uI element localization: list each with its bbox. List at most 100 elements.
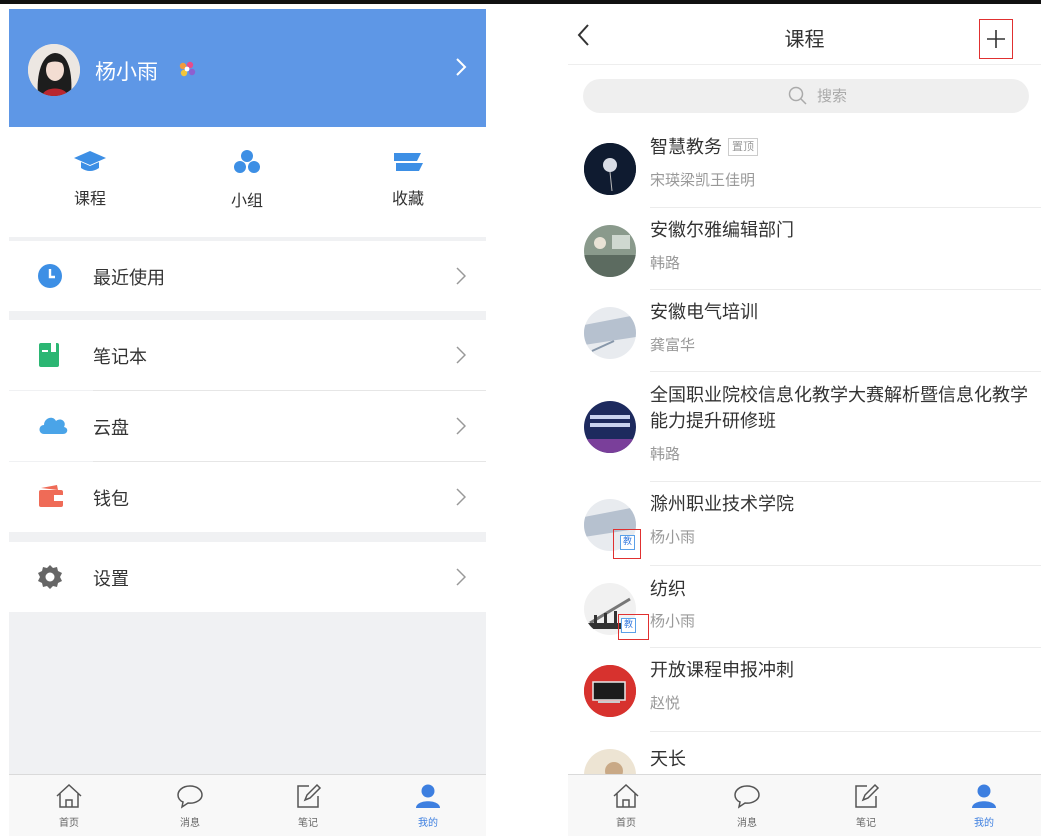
- tab-label: 我的: [974, 818, 994, 829]
- tab-label: 笔记: [298, 818, 318, 829]
- nav-bar: 课程: [568, 9, 1041, 65]
- course-item[interactable]: 安徽尔雅编辑部门 韩路: [568, 209, 1041, 291]
- tile-label: 收藏: [391, 189, 424, 208]
- notebook-icon: [37, 342, 61, 372]
- course-item[interactable]: 教 滁州职业技术学院 杨小雨: [568, 483, 1041, 565]
- tab-home[interactable]: 首页: [39, 783, 99, 829]
- username: 杨小雨: [95, 60, 158, 84]
- avatar: [28, 44, 80, 96]
- chevron-right-icon: [456, 346, 467, 368]
- user-icon: [413, 784, 443, 813]
- clock-icon: [37, 263, 63, 293]
- quick-tiles: 课程 小组 收藏: [9, 127, 486, 237]
- tab-messages[interactable]: 消息: [160, 783, 220, 829]
- menu-item-notebook[interactable]: 笔记本: [9, 320, 486, 390]
- note-edit-icon: [851, 783, 881, 813]
- tab-label: 消息: [737, 818, 757, 829]
- course-teacher: 杨小雨: [650, 612, 696, 630]
- plus-icon: [987, 30, 1005, 48]
- home-icon: [611, 783, 641, 813]
- search-placeholder: 搜索: [817, 87, 848, 105]
- course-item[interactable]: 全国职业院校信息化教学大赛解析暨信息化教学能力提升研修班 韩路: [568, 373, 1041, 481]
- chevron-right-icon: [456, 417, 467, 439]
- course-teacher: 龚富华: [650, 336, 696, 354]
- tab-mine[interactable]: 我的: [398, 783, 458, 829]
- tab-label: 首页: [616, 818, 636, 829]
- menu-label: 云盘: [93, 418, 129, 439]
- divider: [650, 289, 1041, 290]
- top-border: [0, 0, 1041, 4]
- course-item[interactable]: 开放课程申报冲刺 赵悦: [568, 649, 1041, 731]
- chevron-right-icon: [456, 488, 467, 510]
- profile-header[interactable]: 杨小雨: [9, 9, 486, 127]
- graduation-cap-icon: [73, 151, 107, 177]
- course-avatar: [584, 143, 636, 195]
- divider: [650, 565, 1041, 566]
- tile-course[interactable]: 课程: [40, 149, 140, 209]
- course-item[interactable]: 智慧教务 置顶 宋瑛梁凯王佳明: [568, 129, 1041, 209]
- course-name: 天长: [650, 749, 686, 770]
- course-avatar: [584, 665, 636, 717]
- divider: [650, 481, 1041, 482]
- message-icon: [732, 785, 762, 813]
- course-teacher: 韩路: [650, 254, 681, 272]
- menu-item-settings[interactable]: 设置: [9, 542, 486, 612]
- cloud-icon: [37, 413, 69, 439]
- tab-notes[interactable]: 笔记: [278, 783, 338, 829]
- pin-badge: 置顶: [728, 138, 758, 156]
- message-icon: [175, 785, 205, 813]
- menu-label: 设置: [93, 569, 129, 590]
- menu-label: 钱包: [93, 489, 129, 510]
- tab-messages[interactable]: 消息: [717, 783, 777, 829]
- add-course-button[interactable]: [979, 19, 1013, 59]
- divider: [650, 647, 1041, 648]
- search-bar[interactable]: 搜索: [583, 79, 1029, 113]
- tab-bar: 首页 消息 笔记 我的: [9, 774, 486, 836]
- tab-label: 我的: [418, 818, 438, 829]
- course-name: 安徽尔雅编辑部门: [650, 220, 794, 241]
- course-avatar: [584, 307, 636, 359]
- course-name: 智慧教务 置顶: [650, 135, 1030, 161]
- divider: [650, 371, 1041, 372]
- my-page-panel: 杨小雨 课程 小组 收藏 最近使用 笔记本 云盘 钱包 设置 首页 消息 笔记 …: [9, 9, 486, 836]
- tile-label: 小组: [230, 191, 263, 210]
- group-icon: [230, 150, 264, 179]
- menu-label: 笔记本: [93, 347, 147, 368]
- gear-icon: [37, 564, 63, 594]
- menu-item-wallet[interactable]: 钱包: [9, 462, 486, 532]
- wallet-icon: [37, 484, 65, 512]
- divider: [650, 731, 1041, 732]
- note-edit-icon: [293, 783, 323, 813]
- menu-item-recent[interactable]: 最近使用: [9, 241, 486, 311]
- chevron-right-icon: [456, 568, 467, 590]
- course-item[interactable]: 教 纺织 杨小雨: [568, 567, 1041, 649]
- course-teacher: 赵悦: [650, 694, 681, 712]
- chevron-right-icon: [456, 267, 467, 289]
- highlight-box: [618, 614, 649, 640]
- course-name: 开放课程申报冲刺: [650, 660, 794, 681]
- menu-label: 最近使用: [93, 268, 165, 289]
- tab-mine[interactable]: 我的: [954, 783, 1014, 829]
- tile-group[interactable]: 小组: [197, 149, 297, 211]
- chevron-right-icon: [455, 57, 467, 81]
- course-name: 纺织: [650, 579, 686, 600]
- course-item[interactable]: 安徽电气培训 龚富华: [568, 291, 1041, 373]
- tab-label: 消息: [180, 818, 200, 829]
- course-name: 全国职业院校信息化教学大赛解析暨信息化教学能力提升研修班: [650, 385, 1028, 432]
- tile-label: 课程: [73, 189, 106, 208]
- course-name: 滁州职业技术学院: [650, 494, 794, 515]
- tab-label: 首页: [59, 818, 79, 829]
- user-icon: [969, 784, 999, 813]
- course-teacher: 杨小雨: [650, 528, 696, 546]
- course-teacher: 宋瑛梁凯王佳明: [650, 171, 756, 189]
- tab-home[interactable]: 首页: [596, 783, 656, 829]
- flower-badge-icon: [177, 60, 197, 82]
- tile-favorite[interactable]: 收藏: [358, 149, 458, 209]
- course-name: 安徽电气培训: [650, 302, 758, 323]
- course-avatar: [584, 401, 636, 453]
- page-title: 课程: [784, 27, 825, 51]
- menu-item-cloud[interactable]: 云盘: [9, 391, 486, 461]
- home-icon: [54, 783, 84, 813]
- tab-label: 笔记: [856, 818, 876, 829]
- tab-notes[interactable]: 笔记: [836, 783, 896, 829]
